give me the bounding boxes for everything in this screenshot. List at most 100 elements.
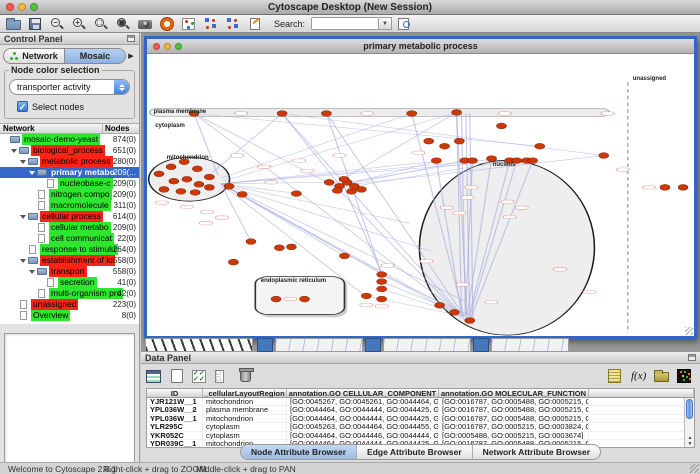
graph-node[interactable]	[237, 191, 247, 197]
graph-node[interactable]	[176, 188, 186, 194]
tree-row[interactable]: transport558(0)	[0, 266, 139, 277]
attribute-editor-icon[interactable]	[608, 368, 626, 385]
help-lifesaver-icon[interactable]	[160, 17, 176, 31]
graph-node[interactable]	[528, 158, 538, 164]
graph-node[interactable]	[339, 176, 349, 182]
graph-node[interactable]	[377, 286, 387, 292]
float-data-panel-icon[interactable]	[688, 354, 696, 361]
table-column-header[interactable]: annotation.GO MOLECULAR_FUNCTION	[439, 389, 589, 397]
tree-row[interactable]: Overview8(0)	[0, 310, 139, 321]
graph-node[interactable]	[424, 138, 434, 144]
graph-node[interactable]	[224, 183, 234, 189]
background-window-edge[interactable]	[365, 338, 381, 352]
app-resize-grip[interactable]	[690, 464, 699, 473]
table-row[interactable]: YJR121W__1mitochondrion[GO:0045267, GO:0…	[147, 398, 694, 406]
graph-node[interactable]	[154, 171, 164, 177]
network-window-titlebar[interactable]: primary metabolic process	[147, 39, 694, 54]
graph-node[interactable]	[340, 253, 350, 259]
graph-node[interactable]	[192, 166, 202, 172]
table-row[interactable]: YKR052Ccytoplasm[GO:0044464, GO:0044446,…	[147, 432, 694, 440]
expand-triangle-icon[interactable]	[20, 259, 26, 263]
graph-node[interactable]	[194, 181, 204, 187]
graph-node[interactable]	[440, 143, 450, 149]
table-column-header[interactable]: ID	[147, 389, 203, 397]
graph-node[interactable]	[159, 186, 169, 192]
background-window-thumbnail[interactable]	[275, 338, 363, 352]
graph-node[interactable]	[361, 293, 371, 299]
graph-node[interactable]	[599, 153, 609, 159]
tab-edge-attribute-browser[interactable]: Edge Attribute Browser	[357, 445, 473, 459]
search-options-icon[interactable]	[398, 17, 414, 31]
zoom-fit-icon[interactable]: □	[94, 17, 110, 31]
tab-scroll-right-icon[interactable]: ▶	[126, 52, 136, 60]
expand-triangle-icon[interactable]	[29, 171, 35, 175]
background-window-edge[interactable]	[257, 338, 273, 352]
graph-node[interactable]	[204, 174, 214, 180]
background-window-thumbnail[interactable]	[145, 338, 253, 352]
zoom-selected-icon[interactable]: ▣	[116, 17, 132, 31]
tree-row[interactable]: macromolecule311(0)	[0, 200, 139, 211]
background-window-edge[interactable]	[473, 338, 489, 352]
save-session-icon[interactable]	[28, 17, 44, 31]
function-builder-icon[interactable]: f(x)	[631, 368, 649, 385]
graph-node[interactable]	[660, 184, 670, 190]
open-file-icon[interactable]	[6, 17, 22, 31]
zoom-out-icon[interactable]: −	[50, 17, 66, 31]
graph-node[interactable]	[449, 309, 459, 315]
graph-node[interactable]	[407, 111, 417, 117]
expand-triangle-icon[interactable]	[20, 160, 26, 164]
tree-row[interactable]: establishment of lo558(0)	[0, 255, 139, 266]
graph-node[interactable]	[452, 109, 462, 115]
tree-row[interactable]: multi-organism pro42(0)	[0, 288, 139, 299]
graph-node[interactable]	[166, 164, 176, 170]
tab-network-attribute-browser[interactable]: Network Attribute Browser	[473, 445, 600, 459]
expand-triangle-icon[interactable]	[20, 215, 26, 219]
scrollbar-thumb[interactable]	[686, 399, 693, 419]
table-row[interactable]: YLR295Ccytoplasm[GO:0045263, GO:0044464,…	[147, 423, 694, 431]
network-window[interactable]: primary metabolic process plasma membran…	[144, 36, 697, 339]
tree-row[interactable]: biological_process651(0)	[0, 145, 139, 156]
network-graph[interactable]	[147, 54, 694, 336]
graph-node[interactable]	[321, 111, 331, 117]
table-column-header[interactable]: annotation.GO CELLULAR_COMPONENT	[287, 389, 439, 397]
table-row[interactable]: YPL036W__1mitochondrion[GO:0044464, GO:0…	[147, 415, 694, 423]
graph-node[interactable]	[377, 296, 387, 302]
graph-node[interactable]	[431, 158, 441, 164]
table-row[interactable]: YPL036W__2plasma membrane[GO:0044464, GO…	[147, 406, 694, 414]
select-attributes-icon[interactable]: ✓✓✓✓	[192, 368, 210, 385]
tab-mosaic[interactable]: Mosaic	[64, 49, 125, 63]
attribute-table-header[interactable]: ID_cellularLayoutRegionannotation.GO CEL…	[147, 389, 694, 398]
graph-node[interactable]	[535, 143, 545, 149]
float-panel-icon[interactable]	[127, 35, 135, 42]
tree-row[interactable]: nucleobase-c209(0)	[0, 178, 139, 189]
graph-node[interactable]	[300, 296, 310, 302]
graph-node[interactable]	[324, 179, 334, 185]
graph-node[interactable]	[271, 296, 281, 302]
vizmapper-icon[interactable]	[182, 17, 198, 31]
tree-row[interactable]: response to stimulu264(0)	[0, 244, 139, 255]
table-scrollbar[interactable]: ▲▼	[684, 398, 694, 447]
graph-node[interactable]	[347, 188, 357, 194]
background-window-thumbnail[interactable]	[383, 338, 471, 352]
tree-row[interactable]: nitrogen compo209(0)	[0, 189, 139, 200]
graph-node[interactable]	[204, 184, 214, 190]
tree-row[interactable]: primary metabo209(...	[0, 167, 139, 178]
zoom-in-icon[interactable]: +	[72, 17, 88, 31]
graph-node[interactable]	[169, 178, 179, 184]
birds-eye-view[interactable]	[4, 333, 135, 474]
edit-network-icon[interactable]	[204, 17, 220, 31]
tree-row[interactable]: cellular metabo209(0)	[0, 222, 139, 233]
graph-node[interactable]	[454, 138, 464, 144]
background-window-thumbnail[interactable]	[491, 338, 569, 352]
window-resize-grip[interactable]	[685, 327, 693, 335]
tree-row[interactable]: unassigned223(0)	[0, 299, 139, 310]
graph-node[interactable]	[678, 184, 688, 190]
graph-node[interactable]	[377, 272, 387, 278]
graph-node[interactable]	[357, 186, 367, 192]
graph-node[interactable]	[468, 158, 478, 164]
graph-node[interactable]	[274, 245, 284, 251]
expand-triangle-icon[interactable]	[11, 149, 17, 153]
search-input[interactable]	[311, 17, 379, 30]
import-network-icon[interactable]	[226, 17, 242, 31]
graph-node[interactable]	[487, 156, 497, 162]
